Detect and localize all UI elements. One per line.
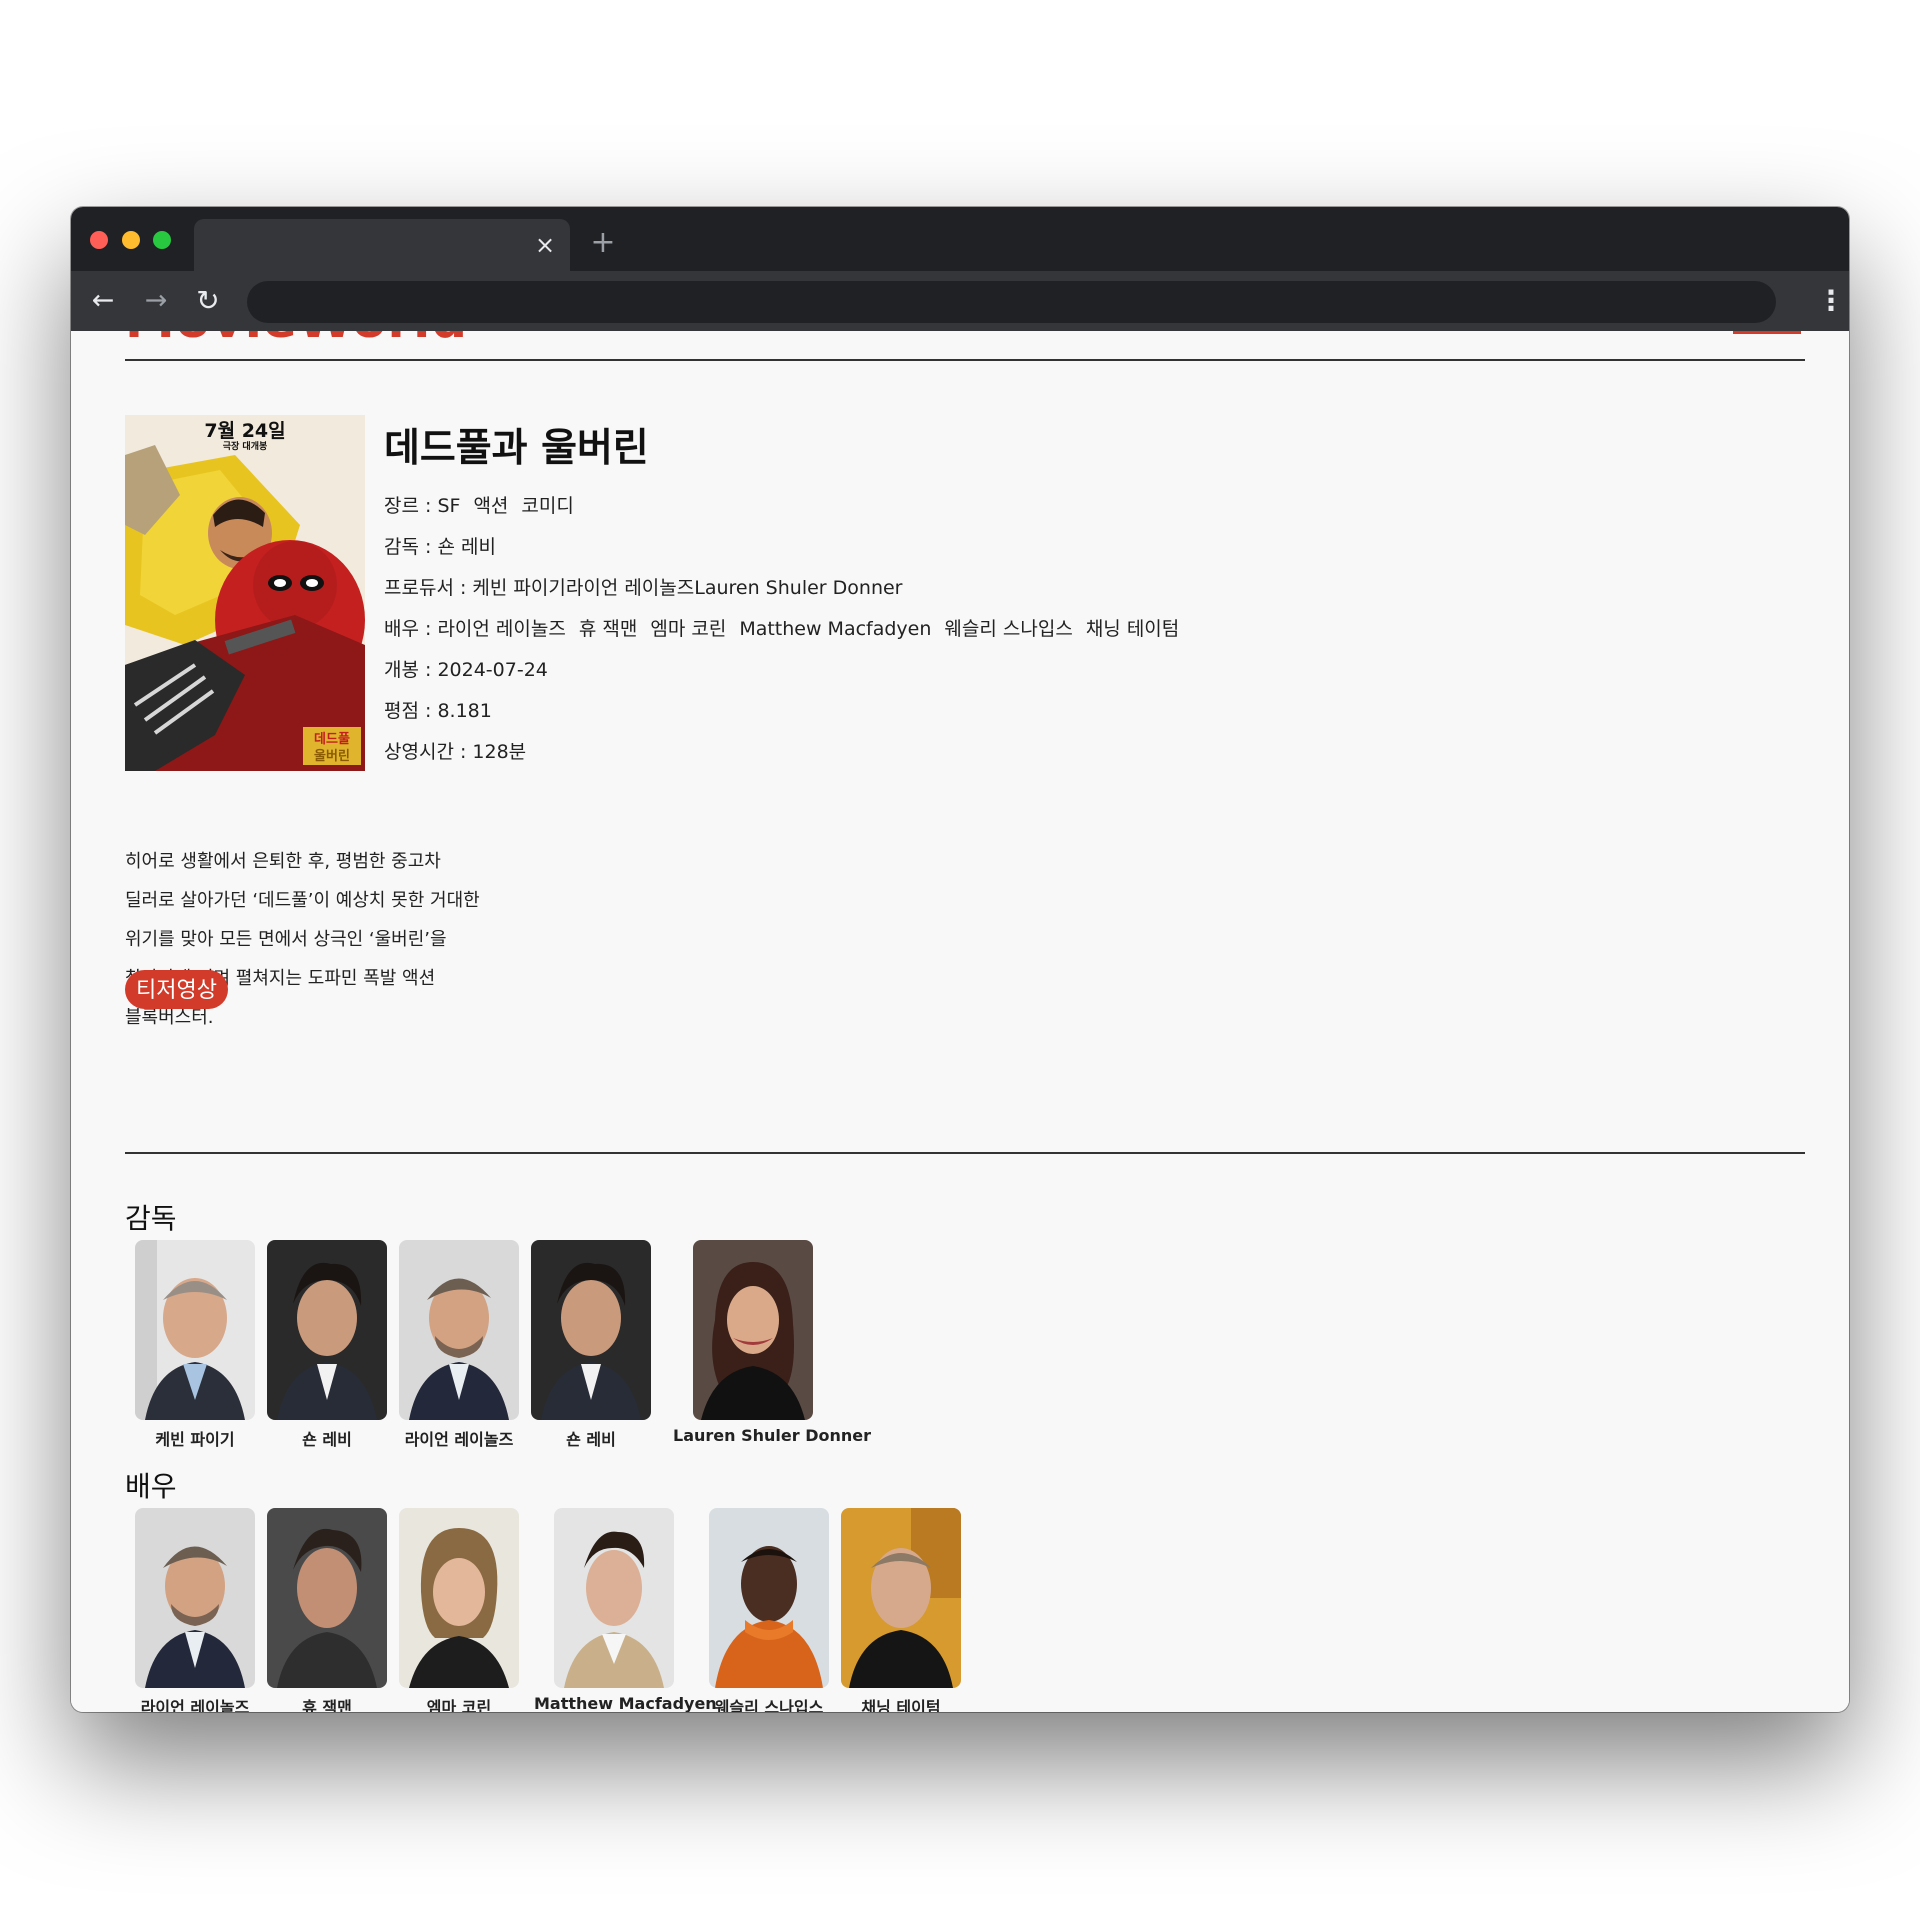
- director-line: 감독 : 숀 레비: [384, 532, 496, 559]
- section-divider: [125, 1152, 1805, 1154]
- overview-line: 딜러로 살아가던 ‘데드풀’이 예상치 못한 거대한: [125, 890, 480, 911]
- cast-item: Matthew Macfadyen: [739, 618, 932, 640]
- person-photo: [267, 1508, 387, 1688]
- director-label: 감독 :: [384, 536, 438, 558]
- crew-section-title: 감독: [125, 1202, 177, 1235]
- runtime-line: 상영시간 : 128분: [384, 737, 526, 764]
- cast-card[interactable]: 채닝 테이텀: [821, 1508, 981, 1712]
- person-name: 채닝 테이텀: [861, 1698, 941, 1712]
- person-photo: [554, 1508, 674, 1688]
- runtime-label: 상영시간 :: [384, 741, 473, 763]
- cast-section-title: 배우: [125, 1470, 177, 1503]
- overview-line: 히어로 생활에서 은퇴한 후, 평범한 중고차: [125, 851, 441, 872]
- person-photo: [841, 1508, 961, 1688]
- person-photo: [135, 1508, 255, 1688]
- close-tab-icon[interactable]: ×: [532, 232, 558, 258]
- person-name: 숀 레비: [566, 1430, 616, 1449]
- person-photo: [267, 1240, 387, 1420]
- poster-subtitle-text: 극장 대개봉: [223, 440, 268, 452]
- browser-window: × + ← → ↻ ⋮ MovieWorld: [71, 207, 1849, 1712]
- header-divider: [125, 359, 1805, 361]
- person-photo: [399, 1508, 519, 1688]
- browser-tab[interactable]: ×: [194, 219, 570, 271]
- genre-item: 액션: [473, 495, 509, 517]
- person-photo: [531, 1240, 651, 1420]
- cast-card[interactable]: 엠마 코린: [379, 1508, 539, 1712]
- maximize-window-button[interactable]: [153, 231, 171, 249]
- crew-card[interactable]: 숀 레비: [511, 1240, 671, 1450]
- browser-toolbar: ← → ↻ ⋮: [71, 271, 1849, 331]
- producer-value: 케빈 파이기라이언 레이놀즈Lauren Shuler Donner: [472, 577, 903, 599]
- director-value: 숀 레비: [437, 536, 496, 558]
- reload-icon[interactable]: ↻: [191, 284, 225, 318]
- genre-label: 장르 :: [384, 495, 438, 517]
- movie-title: 데드풀과 울버린: [384, 426, 649, 471]
- genre-item: SF: [437, 495, 461, 517]
- rating-line: 평점 : 8.181: [384, 696, 492, 723]
- page-content: MovieWorld: [71, 331, 1849, 1712]
- person-photo: [693, 1240, 813, 1420]
- runtime-value: 128분: [472, 741, 527, 763]
- cast-item: 라이언 레이놀즈: [437, 618, 566, 640]
- teaser-video-button[interactable]: 티저영상: [125, 970, 228, 1009]
- new-tab-icon[interactable]: +: [589, 228, 617, 258]
- close-window-button[interactable]: [90, 231, 108, 249]
- person-photo: [135, 1240, 255, 1420]
- genre-line: 장르 : SF 액션 코미디: [384, 491, 587, 518]
- cast-item: 엠마 코린: [650, 618, 727, 640]
- more-menu-icon[interactable]: ⋮: [1817, 284, 1845, 318]
- release-line: 개봉 : 2024-07-24: [384, 655, 548, 682]
- cast-card[interactable]: Matthew Macfadyen: [534, 1508, 717, 1712]
- minimize-window-button[interactable]: [122, 231, 140, 249]
- cast-line: 배우 : 라이언 레이놀즈 휴 잭맨 엠마 코린 Matthew Macfadyen 웨…: [384, 614, 1192, 641]
- overview-line: 위기를 맞아 모든 면에서 상극인 ‘울버린’을: [125, 929, 447, 950]
- forward-arrow-icon[interactable]: →: [139, 284, 173, 318]
- poster-logo-line1: 데드풀: [314, 732, 350, 747]
- cast-item: 휴 잭맨: [578, 618, 638, 640]
- poster-logo-line2: 울버린: [314, 748, 350, 764]
- person-name: Matthew Macfadyen: [534, 1694, 717, 1712]
- movie-poster: 데드풀 울버린 7월 24일 극장 대개봉: [125, 415, 365, 771]
- address-bar[interactable]: [247, 281, 1776, 323]
- person-name: Lauren Shuler Donner: [673, 1426, 871, 1445]
- person-photo: [399, 1240, 519, 1420]
- producer-line: 프로듀서 : 케빈 파이기라이언 레이놀즈Lauren Shuler Donne…: [384, 573, 903, 600]
- header-nav-accent[interactable]: [1733, 331, 1801, 334]
- cast-label: 배우 :: [384, 618, 438, 640]
- release-label: 개봉 :: [384, 659, 438, 681]
- site-logo[interactable]: MovieWorld: [125, 331, 468, 349]
- rating-label: 평점 :: [384, 700, 438, 722]
- person-name: 엠마 코린: [426, 1698, 492, 1712]
- rating-value: 8.181: [437, 700, 492, 722]
- genre-item: 코미디: [521, 495, 574, 517]
- producer-label: 프로듀서 :: [384, 577, 473, 599]
- cast-item: 웨슬리 스나입스: [944, 618, 1073, 640]
- person-photo: [709, 1508, 829, 1688]
- crew-card[interactable]: Lauren Shuler Donner: [673, 1240, 871, 1445]
- release-value: 2024-07-24: [437, 659, 548, 681]
- back-arrow-icon[interactable]: ←: [86, 284, 120, 318]
- browser-titlebar: × +: [71, 207, 1849, 271]
- poster-date-text: 7월 24일: [204, 420, 285, 442]
- cast-item: 채닝 테이텀: [1085, 618, 1180, 640]
